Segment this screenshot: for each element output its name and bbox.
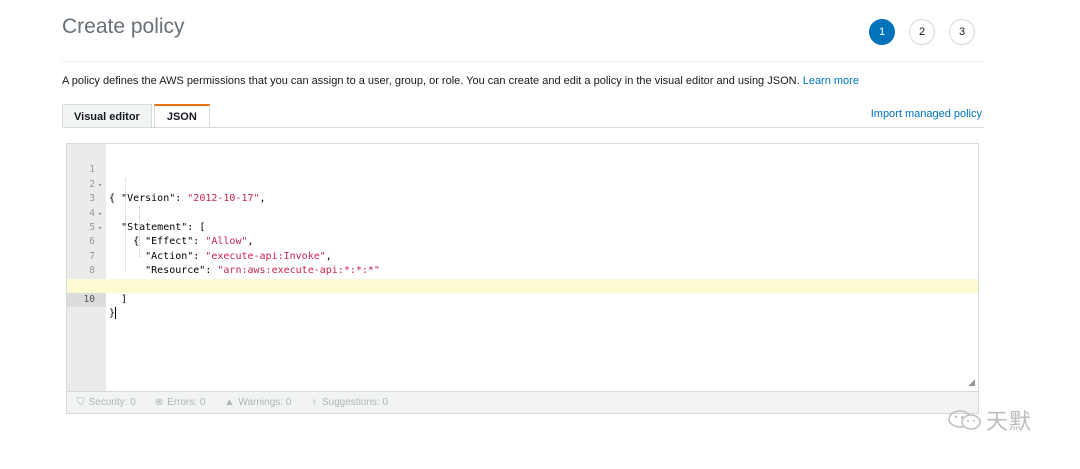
header-divider xyxy=(62,61,984,62)
code-line: 2 "Version": "2012-10-17", xyxy=(67,163,978,204)
validation-status-bar: ⛉ Security: 0 ⊗ Errors: 0 ▲ Warnings: 0 … xyxy=(66,392,979,414)
step-2[interactable]: 2 xyxy=(909,19,935,45)
errors-status[interactable]: ⊗ Errors: 0 xyxy=(155,397,206,408)
warning-icon: ▲ xyxy=(224,397,235,408)
description-text: A policy defines the AWS permissions tha… xyxy=(62,75,800,87)
shield-icon: ⛉ xyxy=(77,397,85,408)
editor-tabs: Visual editor JSON xyxy=(62,104,212,128)
tab-json[interactable]: JSON xyxy=(153,104,210,128)
code-line: 9 ] xyxy=(67,264,978,305)
lightbulb-icon: ♀ xyxy=(310,397,318,408)
watermark: 天默 xyxy=(946,404,1032,436)
code-line: 1 ▾ { xyxy=(67,149,978,204)
warnings-count: Warnings: 0 xyxy=(238,397,292,408)
chat-bubbles-icon xyxy=(948,410,981,430)
line-number: 10 xyxy=(67,292,106,308)
errors-count: Errors: 0 xyxy=(167,397,206,408)
code-line: 7 "Resource": "arn:aws:execute-api:*:*:*… xyxy=(67,235,978,276)
code-line: 6 "Action": "execute-api:Invoke", xyxy=(67,221,978,261)
security-status[interactable]: ⛉ Security: 0 xyxy=(77,397,136,408)
step-3[interactable]: 3 xyxy=(949,19,975,45)
step-1[interactable]: 1 xyxy=(869,19,895,45)
policy-description: A policy defines the AWS permissions tha… xyxy=(62,75,859,87)
suggestions-status[interactable]: ♀ Suggestions: 0 xyxy=(310,397,388,408)
import-managed-policy-link[interactable]: Import managed policy xyxy=(871,108,982,120)
learn-more-link[interactable]: Learn more xyxy=(803,75,859,87)
suggestions-count: Suggestions: 0 xyxy=(321,397,389,408)
warnings-status[interactable]: ▲ Warnings: 0 xyxy=(224,397,291,408)
code-line: 5 "Effect": "Allow", xyxy=(67,207,978,247)
code-line: 8 } xyxy=(67,250,978,290)
code-text: ] xyxy=(121,293,128,305)
page-title: Create policy xyxy=(62,15,185,38)
code-line: 4 ▾ { xyxy=(67,192,978,248)
tab-visual-editor[interactable]: Visual editor xyxy=(62,104,152,128)
text-cursor xyxy=(115,307,117,320)
security-count: Security: 0 xyxy=(88,397,136,408)
error-icon: ⊗ xyxy=(154,397,164,408)
tabs-divider xyxy=(62,127,984,128)
wizard-steps: 1 2 3 xyxy=(869,19,989,45)
json-editor[interactable]: 1 ▾ { 2 "Version": "2012-10-17", 3 ▾ "St… xyxy=(66,143,979,392)
resize-handle-icon[interactable]: ◢ xyxy=(968,377,975,388)
watermark-text: 天默 xyxy=(986,409,1033,434)
code-line: 3 ▾ "Statement": [ xyxy=(67,178,978,233)
code-line-active: 10 } xyxy=(67,278,978,320)
